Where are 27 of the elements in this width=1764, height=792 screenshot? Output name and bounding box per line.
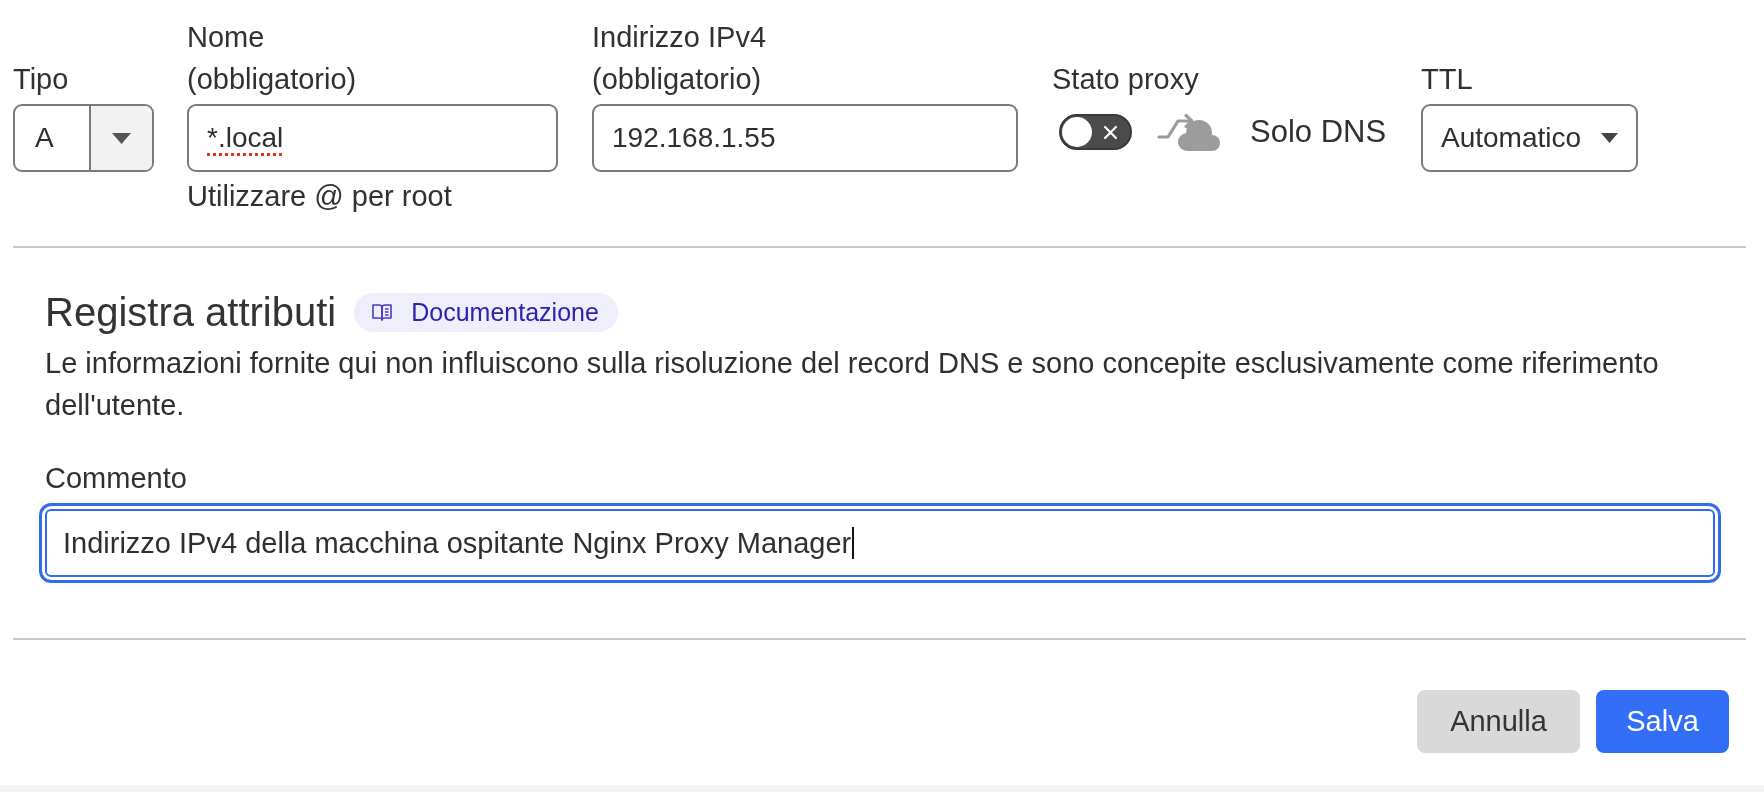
field-label: TTL [1421, 62, 1473, 97]
book-icon [372, 303, 393, 321]
caret-icon [112, 132, 131, 144]
field-label: Stato proxy [1052, 62, 1199, 97]
field-label: Indirizzo IPv4 [592, 20, 767, 55]
cloud-arrow-icon [1157, 112, 1221, 152]
proxy-toggle[interactable] [1059, 114, 1132, 150]
caret-icon [1601, 133, 1618, 143]
cross-icon [1104, 125, 1117, 139]
save-button[interactable]: Salva [1596, 690, 1729, 753]
proxy-status-text: Solo DNS [1250, 114, 1387, 150]
hint-text: Utilizzare @ per root [187, 179, 452, 214]
field-label: Tipo [13, 62, 69, 97]
documentation-link[interactable]: Documentazione [354, 292, 618, 332]
type-select[interactable]: A [13, 104, 154, 172]
cancel-button[interactable]: Annulla [1417, 690, 1580, 753]
ipv4-field[interactable]: 192.168.1.55 [592, 104, 1018, 172]
text-cursor-icon [852, 527, 855, 559]
required-note: (obbligatorio) [592, 62, 762, 97]
field-label: Commento [45, 461, 187, 496]
required-note: (obbligatorio) [187, 62, 357, 97]
ttl-select[interactable]: Automatico [1421, 104, 1638, 172]
field-label: Nome [187, 20, 265, 55]
description-text: Le informazioni fornite qui non influiscono sulla risoluzione del record DNS e sono concepite esclusivamente come riferimento dell'utente. [45, 346, 1660, 423]
name-field[interactable]: *.local [187, 104, 558, 172]
comment-field[interactable]: Indirizzo IPv4 della macchina ospitante Nginx Proxy Manager [39, 503, 1721, 583]
section-title: Registra attributi [45, 289, 337, 335]
